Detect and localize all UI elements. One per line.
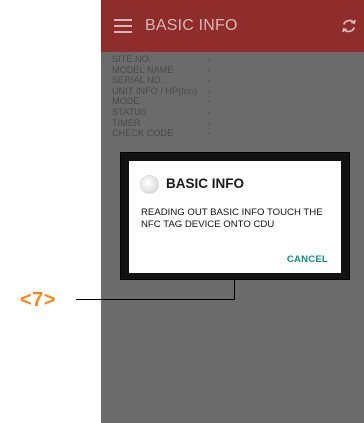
info-value: - bbox=[207, 117, 211, 128]
info-row-status: STATUS - bbox=[112, 106, 210, 118]
basic-info-dialog: BASIC INFO READING OUT BASIC INFO TOUCH … bbox=[129, 161, 341, 273]
info-row-unit-info: UNIT INFO / HP(ton) - bbox=[112, 85, 210, 97]
callout-label: <7> bbox=[20, 289, 56, 311]
info-value: - bbox=[207, 75, 211, 86]
basic-info-list: SITE NO. - MODEL NAME - SERIAL NO. - UNI… bbox=[112, 54, 210, 139]
info-value: - bbox=[207, 85, 211, 96]
info-label: SERIAL NO. bbox=[112, 75, 164, 86]
info-label: MODEL NAME bbox=[112, 64, 174, 75]
info-value: - bbox=[207, 96, 211, 107]
app-bar: BASIC INFO bbox=[101, 0, 364, 52]
info-value: - bbox=[207, 54, 211, 64]
info-row-check-code: CHECK CODE - bbox=[112, 128, 210, 139]
info-value: - bbox=[207, 64, 211, 75]
info-value: - bbox=[207, 128, 211, 139]
info-row-serial-no: SERIAL NO. - bbox=[112, 75, 210, 86]
refresh-icon[interactable] bbox=[340, 17, 358, 35]
dialog-highlight-frame: BASIC INFO READING OUT BASIC INFO TOUCH … bbox=[120, 152, 350, 280]
cancel-button[interactable]: CANCEL bbox=[287, 254, 328, 265]
info-label: STATUS bbox=[112, 106, 147, 117]
dialog-message: READING OUT BASIC INFO TOUCH THE NFC TAG… bbox=[141, 207, 323, 230]
callout-line-horizontal bbox=[76, 299, 235, 300]
info-row-timer: TIMER - bbox=[112, 117, 210, 129]
info-value: - bbox=[207, 106, 211, 117]
nfc-reading-icon bbox=[140, 175, 159, 194]
info-label: MODE bbox=[112, 96, 140, 107]
info-label: SITE NO. bbox=[112, 54, 152, 64]
info-label: UNIT INFO / HP(ton) bbox=[112, 85, 198, 96]
hamburger-menu-icon[interactable] bbox=[114, 19, 132, 33]
dialog-title: BASIC INFO bbox=[166, 176, 245, 191]
info-row-model-name: MODEL NAME - bbox=[112, 64, 210, 76]
info-label: CHECK CODE bbox=[112, 128, 174, 139]
callout-line-vertical bbox=[234, 280, 235, 299]
info-label: TIMER bbox=[112, 117, 141, 128]
info-row-site-no: SITE NO. - bbox=[112, 54, 210, 65]
app-title: BASIC INFO bbox=[145, 17, 238, 34]
info-row-mode: MODE - bbox=[112, 96, 210, 107]
